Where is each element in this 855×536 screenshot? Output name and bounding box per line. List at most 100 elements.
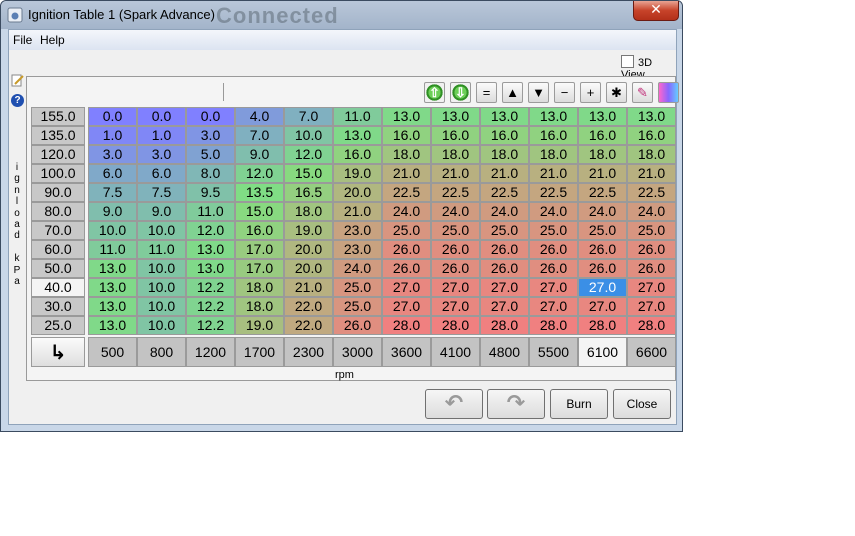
table-cell[interactable]: 19.0 [333,164,382,183]
rpm-bin-cell[interactable]: 6600 [627,337,676,367]
table-cell[interactable]: 18.0 [627,145,676,164]
table-cell[interactable]: 25.0 [333,297,382,316]
swap-axes-button[interactable]: ↳ [31,337,85,367]
table-cell[interactable]: 22.0 [284,297,333,316]
table-cell[interactable]: 18.0 [529,145,578,164]
table-cell[interactable]: 22.5 [431,183,480,202]
table-cell[interactable]: 12.0 [235,164,284,183]
table-cell[interactable]: 26.0 [529,259,578,278]
table-cell[interactable]: 10.0 [88,221,137,240]
table-cell[interactable]: 21.0 [333,202,382,221]
table-cell[interactable]: 27.0 [627,278,676,297]
table-cell[interactable]: 10.0 [137,221,186,240]
table-cell[interactable]: 17.0 [235,240,284,259]
table-cell[interactable]: 22.0 [284,316,333,335]
table-cell[interactable]: 6.0 [88,164,137,183]
table-cell[interactable]: 13.0 [480,107,529,126]
green-down-arrow-icon[interactable]: ⇩ [450,82,471,103]
table-cell[interactable]: 0.0 [137,107,186,126]
window-close-button[interactable]: ✕ [633,1,679,21]
multiply-button[interactable]: ✱ [606,82,627,103]
table-cell[interactable]: 18.0 [431,145,480,164]
table-cell[interactable]: 26.0 [529,240,578,259]
load-bin-cell[interactable]: 40.0 [31,278,85,297]
table-cell[interactable]: 21.0 [627,164,676,183]
rpm-bin-cell[interactable]: 3600 [382,337,431,367]
table-cell[interactable]: 10.0 [137,278,186,297]
load-bin-cell[interactable]: 135.0 [31,126,85,145]
table-cell[interactable]: 7.0 [235,126,284,145]
table-cell[interactable]: 22.5 [382,183,431,202]
table-cell[interactable]: 21.0 [284,278,333,297]
table-cell[interactable]: 24.0 [431,202,480,221]
table-cell[interactable]: 19.0 [284,221,333,240]
table-cell[interactable]: 26.0 [382,259,431,278]
table-cell[interactable]: 27.0 [431,297,480,316]
green-up-arrow-icon[interactable]: ⇧ [424,82,445,103]
table-cell[interactable]: 26.0 [578,240,627,259]
title-bar[interactable]: Connected Ignition Table 1 (Spark Advanc… [1,1,682,29]
table-cell[interactable]: 10.0 [284,126,333,145]
rpm-bin-cell[interactable]: 500 [88,337,137,367]
rpm-bin-cell[interactable]: 2300 [284,337,333,367]
rpm-bin-cell[interactable]: 4800 [480,337,529,367]
table-cell[interactable]: 25.0 [627,221,676,240]
table-cell[interactable]: 1.0 [137,126,186,145]
rpm-bin-cell[interactable]: 4100 [431,337,480,367]
table-cell[interactable]: 28.0 [480,316,529,335]
table-cell[interactable]: 0.0 [186,107,235,126]
table-cell[interactable]: 12.2 [186,297,235,316]
color-shade-icon[interactable] [658,82,679,103]
table-cell[interactable]: 13.0 [382,107,431,126]
load-bin-cell[interactable]: 50.0 [31,259,85,278]
table-cell[interactable]: 25.0 [480,221,529,240]
table-cell[interactable]: 22.5 [627,183,676,202]
table-cell[interactable]: 26.0 [431,240,480,259]
minus-button[interactable]: − [554,82,575,103]
table-cell[interactable]: 21.0 [480,164,529,183]
table-cell[interactable]: 18.0 [235,297,284,316]
table-cell[interactable]: 3.0 [186,126,235,145]
table-cell[interactable]: 13.0 [88,297,137,316]
table-cell[interactable]: 26.0 [627,259,676,278]
rpm-bin-cell[interactable]: 800 [137,337,186,367]
table-cell[interactable]: 10.0 [137,316,186,335]
table-cell[interactable]: 18.0 [382,145,431,164]
table-cell[interactable]: 16.0 [382,126,431,145]
load-bin-cell[interactable]: 100.0 [31,164,85,183]
table-cell[interactable]: 25.0 [578,221,627,240]
table-cell[interactable]: 28.0 [382,316,431,335]
table-cell[interactable]: 15.0 [284,164,333,183]
table-cell[interactable]: 21.0 [578,164,627,183]
rpm-bin-cell[interactable]: 1200 [186,337,235,367]
table-cell[interactable]: 12.0 [186,221,235,240]
table-cell[interactable]: 28.0 [578,316,627,335]
table-cell[interactable]: 16.0 [431,126,480,145]
table-cell[interactable]: 21.0 [431,164,480,183]
table-cell[interactable]: 4.0 [235,107,284,126]
table-cell[interactable]: 13.0 [333,126,382,145]
table-cell[interactable]: 24.0 [333,259,382,278]
load-bin-cell[interactable]: 90.0 [31,183,85,202]
table-cell[interactable]: 27.0 [382,278,431,297]
table-cell[interactable]: 18.0 [284,202,333,221]
table-cell[interactable]: 3.0 [137,145,186,164]
table-cell[interactable]: 27.0 [578,297,627,316]
burn-button[interactable]: Burn [550,389,608,419]
table-cell[interactable]: 13.0 [578,107,627,126]
table-cell[interactable]: 18.0 [480,145,529,164]
table-cell[interactable]: 0.0 [88,107,137,126]
menu-file[interactable]: File [13,33,32,47]
table-cell[interactable]: 11.0 [186,202,235,221]
table-cell[interactable]: 21.0 [529,164,578,183]
table-cell[interactable]: 23.0 [333,240,382,259]
table-cell[interactable]: 27.0 [431,278,480,297]
table-cell[interactable]: 16.5 [284,183,333,202]
table-cell[interactable]: 27.0 [382,297,431,316]
equals-button[interactable]: = [476,82,497,103]
table-cell[interactable]: 18.0 [235,278,284,297]
table-cell[interactable]: 16.0 [529,126,578,145]
table-cell[interactable]: 5.0 [186,145,235,164]
table-cell[interactable]: 27.0 [480,297,529,316]
pen-icon[interactable]: ✎ [632,82,653,103]
